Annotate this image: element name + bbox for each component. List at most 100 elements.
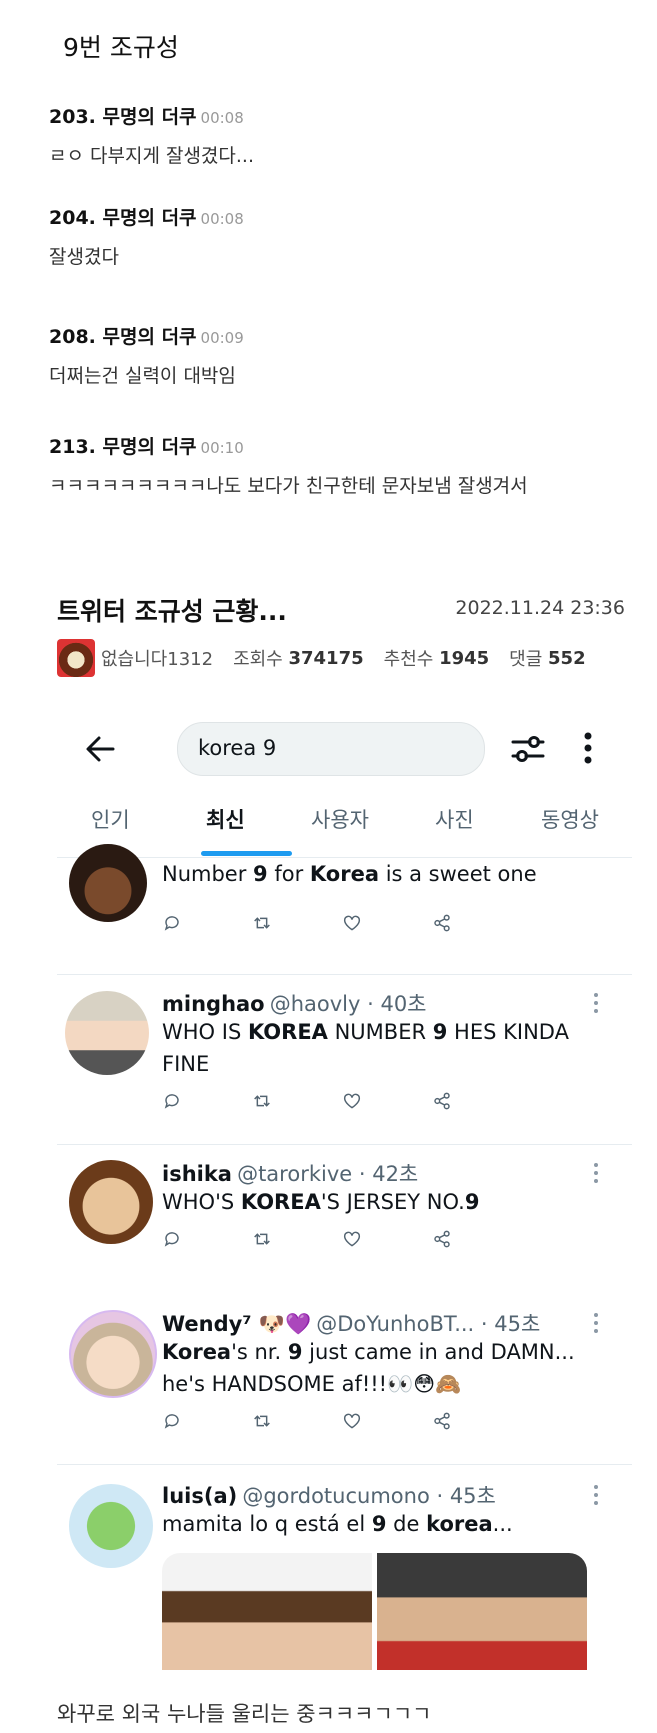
divider [57, 1144, 632, 1145]
tweet-actions [162, 1224, 522, 1254]
comment-number: 203. [49, 106, 96, 128]
share-icon[interactable] [432, 1086, 452, 1116]
tweet-more-icon[interactable] [593, 1312, 599, 1334]
retweet-icon[interactable] [252, 1086, 272, 1116]
comment-number: 204. [49, 207, 96, 229]
like-icon[interactable] [342, 1224, 362, 1254]
post-title[interactable]: 트위터 조규성 근황... [57, 592, 287, 628]
search-query: korea 9 [198, 736, 277, 760]
comment-time: 00:08 [200, 210, 244, 228]
tweet-author-name[interactable]: luis(a) [162, 1484, 237, 1508]
tweet-photo[interactable] [162, 1553, 372, 1670]
tweet-header: ishika @tarorkive · 42초 [162, 1158, 418, 1188]
tweet-photo[interactable] [377, 1553, 587, 1670]
share-icon[interactable] [432, 1406, 452, 1436]
back-arrow-icon[interactable] [83, 732, 117, 775]
recommend-count: 1945 [439, 647, 490, 669]
like-icon[interactable] [342, 908, 362, 938]
twitter-screenshot: korea 9 인기 최신 사용자 사진 동영상 Number 9 for Ko… [57, 708, 632, 1670]
post-date: 2022.11.24 23:36 [455, 597, 625, 619]
comment-text: ㄹㅇ 다부지게 잘생겼다... [49, 145, 254, 167]
comment-header: 204. 무명의 더쿠 00:08 [49, 203, 244, 230]
tweet-avatar[interactable] [69, 1484, 153, 1568]
tweet-actions [162, 1406, 522, 1436]
author-avatar [57, 639, 95, 677]
comment-time: 00:10 [200, 439, 244, 457]
tweet-handle[interactable]: @DoYunhoBT... · 45초 [316, 1312, 540, 1336]
share-icon[interactable] [432, 908, 452, 938]
tweet-header: Wendy⁷ 🐶💜 @DoYunhoBT... · 45초 [162, 1308, 552, 1338]
comment-header: 203. 무명의 더쿠 00:08 [49, 102, 254, 129]
tweet-avatar[interactable] [65, 991, 149, 1075]
tweet-header: luis(a) @gordotucumono · 45초 [162, 1480, 496, 1510]
recommend-label: 추천수 [383, 649, 434, 670]
tab-videos[interactable]: 동영상 [541, 804, 599, 834]
reply-icon[interactable] [162, 1406, 182, 1436]
tweet-text: Korea's nr. 9 just came in and DAMN... h… [162, 1340, 575, 1396]
tab-latest[interactable]: 최신 [206, 804, 245, 834]
tweet-handle[interactable]: @haovly · 40초 [270, 992, 427, 1016]
reply-icon[interactable] [162, 1086, 182, 1116]
tweet-actions [162, 908, 522, 938]
comment-time: 00:09 [200, 329, 244, 347]
comment-number: 208. [49, 326, 96, 348]
comments-label: 댓글 [509, 649, 543, 670]
tweet-author-name[interactable]: ishika [162, 1162, 232, 1186]
comment-number: 213. [49, 436, 96, 458]
like-icon[interactable] [342, 1086, 362, 1116]
tweet-header: minghao @haovly · 40초 [162, 988, 427, 1018]
comment-author[interactable]: 무명의 더쿠 [103, 326, 197, 348]
retweet-icon[interactable] [252, 908, 272, 938]
tweet-author-name[interactable]: Wendy⁷ 🐶💜 [162, 1312, 311, 1336]
comment-item: 204. 무명의 더쿠 00:08 잘생겼다 [49, 203, 244, 269]
more-options-icon[interactable] [583, 730, 593, 766]
tweet-actions [162, 1086, 522, 1116]
views-count: 374175 [288, 647, 364, 669]
page-heading: 9번 조규성 [63, 33, 179, 62]
filter-settings-icon[interactable] [509, 730, 547, 768]
tweet-more-icon[interactable] [593, 1162, 599, 1184]
comment-text: 잘생겼다 [49, 246, 119, 268]
tweet-text: WHO IS KOREA NUMBER 9 HES KINDA FINE [162, 1020, 569, 1076]
tweet-handle[interactable]: @gordotucumono · 45초 [242, 1484, 496, 1508]
divider [57, 974, 632, 975]
comment-time: 00:08 [200, 109, 244, 127]
tab-photos[interactable]: 사진 [435, 804, 474, 834]
comment-author[interactable]: 무명의 더쿠 [103, 207, 197, 229]
comment-item: 213. 무명의 더쿠 00:10 ㅋㅋㅋㅋㅋㅋㅋㅋㅋ나도 보다가 친구한테 문자… [49, 432, 528, 498]
comment-header: 213. 무명의 더쿠 00:10 [49, 432, 528, 459]
post-author[interactable]: 없습니다1312 [101, 645, 213, 671]
comment-item: 203. 무명의 더쿠 00:08 ㄹㅇ 다부지게 잘생겼다... [49, 102, 254, 168]
tweet-author-name[interactable]: minghao [162, 992, 265, 1016]
comment-item: 208. 무명의 더쿠 00:09 더쩌는건 실력이 대박임 [49, 322, 244, 388]
tab-top[interactable]: 인기 [91, 804, 130, 834]
tweet-avatar[interactable] [69, 1310, 157, 1398]
comment-header: 208. 무명의 더쿠 00:09 [49, 322, 244, 349]
tweet-text: WHO'S KOREA'S JERSEY NO.9 [162, 1190, 480, 1214]
tweet-handle[interactable]: @tarorkive · 42초 [237, 1162, 418, 1186]
tweet-avatar[interactable] [69, 1160, 153, 1244]
comment-text: 더쩌는건 실력이 대박임 [49, 365, 236, 387]
views-label: 조회수 [233, 649, 283, 670]
tweet-more-icon[interactable] [593, 992, 599, 1014]
tweet-more-icon[interactable] [593, 1484, 599, 1506]
search-tabs: 인기 최신 사용자 사진 동영상 [57, 794, 632, 846]
tweet-avatar[interactable] [69, 844, 147, 922]
tweet-text: mamita lo q está el 9 de korea... [162, 1512, 513, 1536]
comment-author[interactable]: 무명의 더쿠 [103, 436, 197, 458]
like-icon[interactable] [342, 1406, 362, 1436]
search-input[interactable]: korea 9 [177, 722, 485, 776]
tweet-text: Number 9 for Korea is a sweet one [162, 862, 537, 886]
reply-icon[interactable] [162, 908, 182, 938]
reply-icon[interactable] [162, 1224, 182, 1254]
post-meta: 없습니다1312 조회수 374175 추천수 1945 댓글 552 [57, 639, 586, 677]
comment-author[interactable]: 무명의 더쿠 [103, 106, 197, 128]
retweet-icon[interactable] [252, 1224, 272, 1254]
retweet-icon[interactable] [252, 1406, 272, 1436]
comments-count: 552 [548, 647, 586, 669]
active-tab-indicator [201, 851, 292, 856]
divider [57, 1464, 632, 1465]
caption-text: 와꾸로 외국 누나들 울리는 중ㅋㅋㅋㄱㄱㄱ [57, 1702, 432, 1726]
tab-people[interactable]: 사용자 [311, 804, 369, 834]
share-icon[interactable] [432, 1224, 452, 1254]
